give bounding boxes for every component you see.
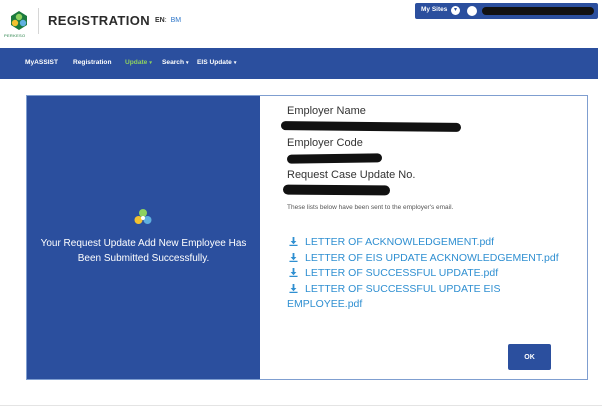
page-title: REGISTRATION	[48, 13, 151, 28]
lang-en-option[interactable]: EN	[155, 17, 165, 24]
case-number-redacted	[282, 184, 391, 196]
employer-name-redacted	[280, 121, 462, 132]
top-header: PERKESO REGISTRATION EN: BM My Sites ▾	[0, 0, 602, 46]
nav-item-registration[interactable]: Registration	[73, 59, 111, 66]
perkeso-emblem-icon	[134, 209, 152, 224]
email-sent-note: These lists below have been sent to the …	[287, 204, 454, 211]
submission-card: Your Request Update Add New Employee Has…	[26, 95, 588, 380]
footer-divider	[0, 405, 602, 406]
language-switch: EN: BM	[155, 17, 182, 24]
document-link-eis-acknowledgement[interactable]: LETTER OF EIS UPDATE ACKNOWLEDGEMENT.pdf	[287, 251, 567, 267]
nav-item-eis-update[interactable]: EIS Update ▾	[197, 59, 236, 66]
document-link-successful-update-eis[interactable]: LETTER OF SUCCESSFUL UPDATE EIS EMPLOYEE…	[287, 282, 567, 313]
main-nav: MyASSIST Registration Update ▾ Search ▾ EI…	[0, 48, 598, 79]
chevron-down-icon: ▾	[233, 60, 237, 66]
download-icon	[289, 283, 298, 293]
my-sites-chevron-down-icon[interactable]: ▾	[451, 6, 460, 15]
my-sites-bar: My Sites ▾	[415, 3, 598, 19]
employer-name-label: Employer Name	[287, 105, 366, 117]
download-icon	[289, 268, 298, 278]
header-divider	[38, 8, 39, 34]
user-toggle-icon[interactable]	[467, 6, 477, 16]
success-panel: Your Request Update Add New Employee Has…	[27, 96, 260, 379]
download-icon	[289, 252, 298, 262]
success-message: Your Request Update Add New Employee Has…	[40, 238, 247, 264]
my-sites-label[interactable]: My Sites	[421, 6, 447, 13]
nav-item-search[interactable]: Search ▾	[162, 59, 189, 66]
chevron-down-icon: ▾	[149, 60, 152, 66]
document-link-successful-update[interactable]: LETTER OF SUCCESSFUL UPDATE.pdf	[287, 266, 567, 282]
download-icon	[289, 237, 298, 246]
chevron-down-icon: ▾	[186, 60, 189, 66]
employer-code-label: Employer Code	[287, 137, 363, 149]
lang-bm-option[interactable]: BM	[171, 17, 182, 24]
ok-button[interactable]: OK	[508, 344, 551, 370]
document-list: LETTER OF ACKNOWLEDGEMENT.pdf LETTER OF …	[287, 235, 567, 313]
nav-item-myassist[interactable]: MyASSIST	[25, 59, 58, 66]
details-panel: Employer Name Employer Code Request Case…	[260, 96, 587, 379]
employer-code-redacted	[286, 153, 383, 164]
user-name-redacted	[482, 7, 594, 15]
document-link-acknowledgement[interactable]: LETTER OF ACKNOWLEDGEMENT.pdf	[287, 235, 567, 251]
logo-caption: PERKESO	[4, 33, 26, 38]
case-number-label: Request Case Update No.	[287, 169, 416, 181]
nav-item-update[interactable]: Update ▾	[125, 59, 152, 66]
